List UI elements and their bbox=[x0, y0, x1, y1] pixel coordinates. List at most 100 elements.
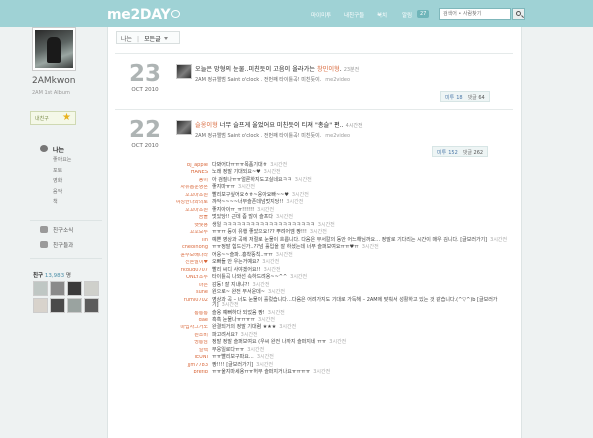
chevron-down-icon[interactable] bbox=[163, 37, 168, 40]
comment-author[interactable]: 친론말이♥ bbox=[168, 260, 212, 265]
post-title-highlight[interactable]: 슬옹이형 bbox=[195, 122, 218, 129]
nav-friends[interactable]: 내친구들 bbox=[344, 11, 364, 19]
post-video-thumbnail[interactable] bbox=[176, 120, 192, 135]
comment-row: 여성한나와의로 꺄악~~~~너무슬픈데넘멋지당!! 3시간전 bbox=[168, 200, 508, 205]
comment-author[interactable]: rkdud0707 bbox=[168, 268, 212, 273]
comment-author[interactable]: 꼬꼬마초원 bbox=[168, 208, 212, 213]
comment-author[interactable]: 마은 bbox=[168, 283, 212, 288]
comment-author[interactable]: 동이 bbox=[168, 178, 212, 183]
post-meta: 2AM 정규앨범 Saint o'clock . 전번째 타이틀곡! 미친듯이.… bbox=[195, 132, 350, 139]
comment-author[interactable]: 꼬꼬마초원 bbox=[168, 193, 212, 198]
comment-author[interactable]: jjm7783 bbox=[168, 363, 212, 368]
comment-author[interactable]: 명통남 bbox=[168, 340, 212, 345]
comment-author[interactable]: IEUNI bbox=[168, 355, 212, 360]
search-button[interactable] bbox=[512, 8, 525, 20]
comment-time: 3시간전 bbox=[329, 339, 347, 346]
comment-author[interactable]: lin bbox=[168, 238, 212, 243]
comment-body: 무응일로다ㅠㅠ 3시간전 bbox=[212, 346, 508, 353]
friends-count[interactable]: 13,983 bbox=[45, 273, 64, 279]
comment-body: 영상과 곡 – 너도 눈물이 흘렀습니다…다음은 어려가지도 기대로 가득해 –… bbox=[212, 297, 508, 309]
breadcrumb-current[interactable]: 모든글 bbox=[144, 36, 161, 43]
friend-avatar[interactable] bbox=[33, 281, 48, 296]
comment-row: 꼬꼬보루 ㅠㅠㅠ 등이 유행 좋았으요!?? 뿌려어엠 짱!!! 3시간전 bbox=[168, 230, 508, 235]
metoo-label[interactable]: 미투 bbox=[437, 150, 446, 156]
comment-author[interactable]: 원소비 bbox=[168, 333, 212, 338]
comment-author[interactable]: bj_apple bbox=[168, 163, 212, 168]
comment-author[interactable]: ONLY조두 bbox=[168, 275, 212, 280]
comment-author[interactable]: dae bbox=[168, 318, 212, 323]
comment-author[interactable]: 윤수보배나라 bbox=[168, 253, 212, 258]
me2day-logo[interactable]: me2DAY bbox=[107, 7, 181, 23]
comment-author[interactable]: 자유롭운영혼 bbox=[168, 185, 212, 190]
friend-avatar[interactable] bbox=[84, 298, 99, 313]
menu-sub-music[interactable]: 음악 bbox=[40, 188, 100, 199]
add-friend-button[interactable]: 내친구 ★ bbox=[30, 111, 76, 125]
comment-author[interactable]: 곰돌 bbox=[168, 215, 212, 220]
nav-bookmark[interactable]: 북치 bbox=[377, 11, 387, 19]
comment-time: 3시간전 bbox=[257, 206, 275, 213]
post-source[interactable]: me2video bbox=[325, 77, 350, 83]
breadcrumb-root[interactable]: 나는 bbox=[121, 36, 132, 43]
comment-text: 짱!!!! [글보러가기] bbox=[212, 361, 254, 368]
comment-author[interactable]: 통통통 bbox=[168, 311, 212, 316]
comment-author[interactable]: 여성한나와의로 bbox=[168, 200, 212, 205]
search-input[interactable] bbox=[439, 8, 511, 20]
notification-count-badge[interactable]: 27 bbox=[417, 10, 430, 18]
friend-avatar[interactable] bbox=[50, 281, 65, 296]
comment-author[interactable]: 마법사그거노 bbox=[168, 325, 212, 330]
post-source[interactable]: me2video bbox=[325, 133, 350, 139]
post-title-highlight[interactable]: 창민이형 bbox=[317, 66, 340, 73]
menu-me-label: 나는 bbox=[53, 147, 65, 154]
comment-time: 3시간전 bbox=[267, 289, 285, 296]
comment-author[interactable]: rumi0702 bbox=[168, 298, 212, 309]
comment-time: 3시간전 bbox=[238, 184, 255, 191]
post-stats[interactable]: 미투 18 댓글 64 bbox=[440, 91, 490, 102]
comments-label[interactable]: 댓글 bbox=[463, 150, 472, 156]
friend-avatar[interactable] bbox=[84, 281, 99, 296]
menu-sub-book[interactable]: 책 bbox=[40, 198, 100, 209]
comment-row: lin 예쁜 영상과 곡에 저절로 눈물이 흐릅니다. 다음은 무서칼의 동안 어… bbox=[168, 237, 508, 243]
profile-photo[interactable] bbox=[32, 27, 76, 71]
comment-body: 완결되거의 정말 기대렴 ★★★ 3시간전 bbox=[212, 325, 508, 330]
comment-row: jjm7783 짱!!!! [글보러가기] 3시간전 bbox=[168, 361, 508, 368]
comment-author[interactable]: 꼬꼬보루 bbox=[168, 230, 212, 235]
comment-author[interactable]: 일렉 bbox=[168, 348, 212, 353]
friend-avatar[interactable] bbox=[67, 281, 82, 296]
comment-time: 3시간전 bbox=[252, 281, 270, 288]
comment-row: 자유롭운영혼 좋지마ㅠㅠ 3시간전 bbox=[168, 185, 508, 190]
menu-sub-movie[interactable]: 영화 bbox=[40, 177, 100, 188]
comment-author[interactable]: 햇빛용 bbox=[168, 223, 212, 228]
menu-friend-group[interactable]: 친구들과 bbox=[40, 241, 73, 249]
metoo-count: 18 bbox=[456, 95, 463, 101]
comment-body: 흑흑 눈물나ㅠㅠㅠㅠ 3시간전 bbox=[212, 317, 508, 323]
comment-body: 슬옹 예뻐하다 되었음 짱! 3시간전 bbox=[212, 310, 508, 316]
comment-author[interactable]: sune bbox=[168, 290, 212, 295]
friend-avatar[interactable] bbox=[67, 298, 82, 313]
menu-me[interactable]: 나는 bbox=[40, 145, 100, 156]
metoo-label[interactable]: 미투 bbox=[445, 95, 454, 101]
friend-avatar[interactable] bbox=[50, 298, 65, 313]
post-title[interactable]: 오늘은 망형의 눈물..미친듯이 고음이 올라가는 창민이형. 23분전 bbox=[195, 64, 359, 73]
menu-sub-likes[interactable]: 좋아요는 bbox=[40, 156, 100, 167]
friend-avatar[interactable] bbox=[33, 298, 48, 313]
post-meta: 2AM 정규앨범 Saint o'clock . 전번째 타이틀곡! 미친듯이.… bbox=[195, 76, 350, 83]
comment-time: 3시간전 bbox=[263, 169, 281, 176]
comments-label[interactable]: 댓글 bbox=[468, 95, 477, 101]
comment-time: 3시간전 bbox=[275, 251, 293, 258]
post-video-thumbnail[interactable] bbox=[176, 64, 192, 79]
post-title[interactable]: 슬옹이형 너무 슬프게 울었어요 미친듯이 티져 "총슬" 편.. 4시간전 bbox=[195, 120, 363, 129]
comment-body: 파고려서요? 3시간전 bbox=[212, 332, 508, 338]
comment-time: 3시간전 bbox=[256, 354, 274, 361]
comment-body: 멋있당!! 근데 좀 많이 슬프다 3시간전 bbox=[212, 215, 508, 220]
comment-text: ㅠㅠ울지마세용ㅠㅠ허무 슬퍼지거나요ㅠㅠㅠㅠ bbox=[212, 369, 311, 376]
post-stats[interactable]: 미투 152 댓글 262 bbox=[432, 146, 489, 157]
menu-friend-news[interactable]: 친구소식 bbox=[40, 226, 73, 234]
comment-body: 어응~~슬파..흥착뚱칙..ㅠㅠ 3시간전 bbox=[212, 251, 508, 258]
comment-author[interactable]: cheolhong bbox=[168, 245, 212, 250]
comment-author[interactable]: HANES bbox=[168, 170, 212, 175]
menu-sub-photo[interactable]: 포토 bbox=[40, 167, 100, 178]
nav-notifications[interactable]: 알림 bbox=[402, 11, 412, 19]
comment-author[interactable]: breflb bbox=[168, 370, 212, 375]
comment-time: 3시간전 bbox=[247, 346, 265, 353]
nav-mymetoo[interactable]: 마이미투 bbox=[311, 11, 331, 19]
